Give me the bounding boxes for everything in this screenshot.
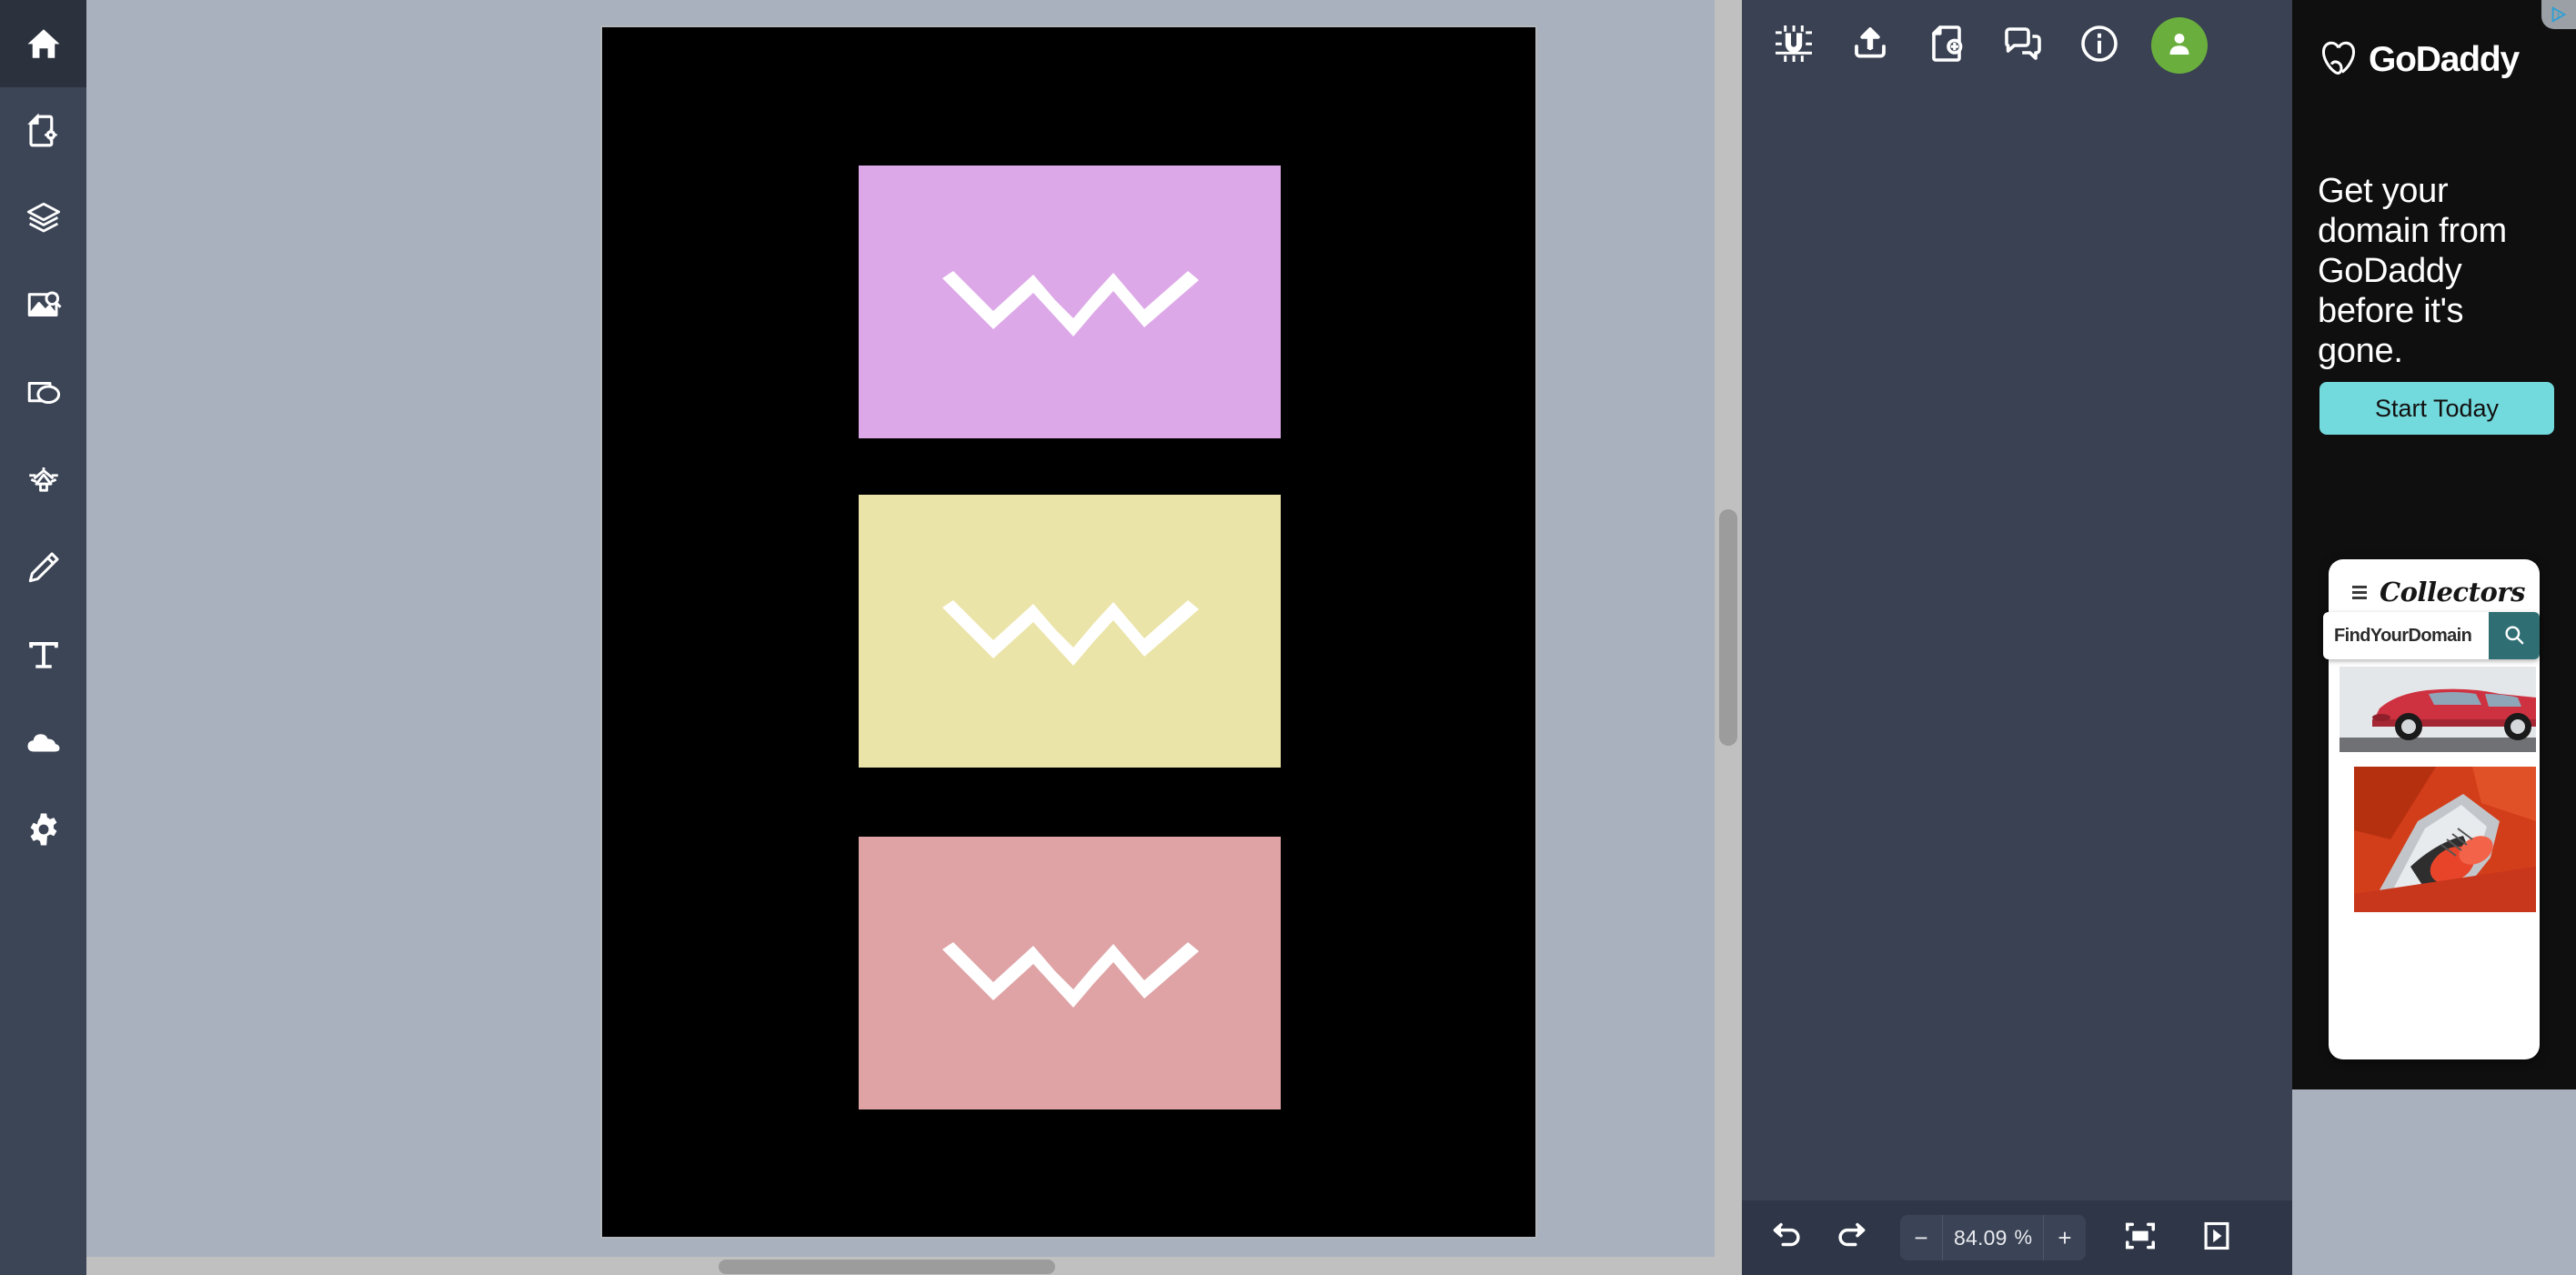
godaddy-wordmark: GoDaddy [2369, 39, 2520, 79]
sidebar-item-text[interactable] [0, 611, 86, 698]
zigzag-logo-icon [942, 942, 1199, 1008]
redo-button[interactable] [1831, 1218, 1871, 1258]
zigzag-logo-icon [942, 271, 1199, 336]
block-purple[interactable] [859, 166, 1281, 438]
zigzag-logo-icon [942, 600, 1199, 666]
zoom-in-button[interactable]: + [2044, 1215, 2086, 1260]
block-yellow[interactable] [859, 495, 1281, 768]
cloud-upload-icon [25, 723, 63, 761]
canvas-work-area[interactable] [86, 0, 1742, 1275]
comments-icon [2001, 22, 2045, 70]
block-pink[interactable] [859, 837, 1281, 1109]
magnifier-icon [2502, 623, 2526, 649]
vector-pen-icon [25, 461, 63, 499]
sidebar-item-shapes[interactable] [0, 349, 86, 437]
domain-search-input[interactable]: FindYourDomain [2323, 612, 2489, 659]
add-page-icon [1925, 22, 1968, 70]
toggle-side-panel-button[interactable] [2197, 1218, 2237, 1258]
user-avatar[interactable] [2151, 17, 2208, 74]
redo-arrow-icon [1834, 1219, 1868, 1258]
phone-site-title: Collectors [2380, 577, 2525, 607]
sidebar-item-pencil[interactable] [0, 524, 86, 611]
upload-icon [1848, 22, 1892, 70]
domain-search-button[interactable] [2489, 612, 2540, 659]
info-button[interactable] [2075, 21, 2124, 70]
sidebar-item-home[interactable] [0, 0, 86, 87]
fit-screen-icon [2123, 1219, 2158, 1258]
horizontal-scrollbar-thumb[interactable] [719, 1260, 1055, 1274]
phone-mockup: Collectors FindYourDomain [2323, 559, 2540, 1059]
sidebar-item-layers[interactable] [0, 175, 86, 262]
right-editor-panel: − 84.09 % + [1742, 0, 2292, 1275]
zoom-percent-value: 84.09 [1954, 1225, 2007, 1250]
godaddy-logo: GoDaddy [2318, 36, 2520, 83]
zoom-out-button[interactable]: − [1900, 1215, 1942, 1260]
start-today-button[interactable]: Start Today [2319, 382, 2554, 435]
text-tool-icon [25, 636, 63, 674]
undo-button[interactable] [1767, 1218, 1807, 1258]
shapes-icon [25, 374, 63, 412]
zoom-percent-unit: % [2014, 1226, 2032, 1249]
document-settings-icon [25, 112, 63, 150]
bottom-toolbar: − 84.09 % + [1742, 1200, 2292, 1275]
snap-to-grid-button[interactable] [1769, 21, 1818, 70]
sidebar-item-uploads[interactable] [0, 698, 86, 786]
home-icon [25, 25, 63, 63]
red-classic-porsche-photo [2340, 667, 2536, 752]
comments-button[interactable] [1998, 21, 2048, 70]
ad-headline: Get your domain from GoDaddy before it's… [2318, 172, 2507, 371]
phone-search-row: FindYourDomain [2323, 612, 2540, 659]
left-sidebar [0, 0, 86, 1275]
vintage-car-tailfin-photo [2354, 767, 2536, 912]
sidebar-item-images[interactable] [0, 262, 86, 349]
zoom-value-field[interactable]: 84.09 % [1943, 1215, 2043, 1260]
artboard[interactable] [602, 27, 1535, 1237]
horizontal-scrollbar[interactable] [86, 1257, 1742, 1275]
upload-button[interactable] [1846, 21, 1895, 70]
magnet-grid-icon [1772, 22, 1816, 70]
info-icon [2078, 22, 2121, 70]
sidebar-item-page-setup[interactable] [0, 87, 86, 175]
sidebar-item-settings[interactable] [0, 786, 86, 873]
pencil-icon [25, 548, 63, 587]
gear-icon [25, 810, 63, 848]
sidebar-item-drawing-tools[interactable] [0, 437, 86, 524]
adchoices-icon[interactable] [2541, 0, 2576, 29]
top-toolbar [1742, 0, 2292, 91]
app-root: − 84.09 % + GoDaddy Get your domain from… [0, 0, 2576, 1275]
add-page-button[interactable] [1922, 21, 1971, 70]
panel-toggle-icon [2199, 1219, 2234, 1258]
person-icon [2164, 28, 2195, 64]
undo-arrow-icon [1770, 1219, 1805, 1258]
godaddy-heart-logo-icon [2318, 36, 2360, 83]
hamburger-menu-icon[interactable] [2352, 585, 2367, 599]
zoom-control: − 84.09 % + [1900, 1215, 2086, 1260]
vertical-scrollbar-thumb[interactable] [1719, 509, 1737, 746]
fit-to-screen-button[interactable] [2120, 1218, 2160, 1258]
image-search-icon [25, 286, 63, 325]
layers-icon [25, 199, 63, 237]
vertical-scrollbar[interactable] [1715, 0, 1742, 1257]
